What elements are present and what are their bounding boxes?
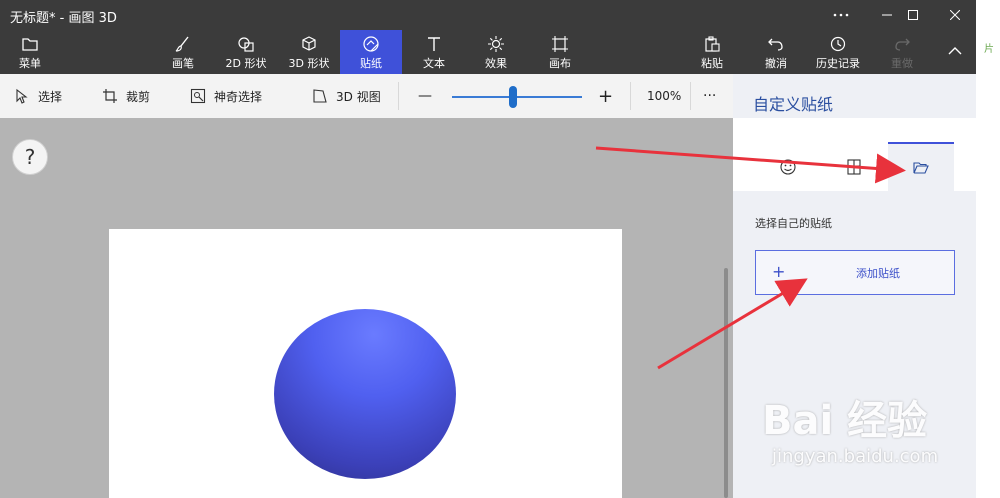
divider bbox=[690, 82, 691, 110]
workspace: ? bbox=[0, 118, 733, 498]
add-sticker-label: 添加贴纸 bbox=[856, 267, 900, 280]
tool-label: 3D 形状 bbox=[288, 57, 330, 70]
zoom-out-button[interactable]: — bbox=[418, 74, 432, 118]
menu-button[interactable]: 菜单 bbox=[8, 30, 52, 74]
magic-select-icon bbox=[190, 88, 206, 104]
maximize-button[interactable] bbox=[890, 0, 936, 30]
sticker-face-icon bbox=[780, 158, 796, 175]
history-label: 历史记录 bbox=[816, 57, 860, 70]
effects-icon bbox=[488, 36, 504, 52]
adjacent-fragment-text: 片 bbox=[984, 44, 994, 55]
redo-label: 重做 bbox=[891, 57, 913, 70]
adjacent-window-edge: 片 bbox=[976, 0, 1000, 498]
paste-button[interactable]: 粘贴 bbox=[690, 30, 734, 74]
window-menu-button[interactable] bbox=[818, 0, 864, 30]
canvas-icon bbox=[552, 36, 568, 52]
zoom-level[interactable]: 100% bbox=[647, 74, 681, 118]
shapes-2d-icon bbox=[238, 37, 254, 52]
add-sticker-button[interactable]: + 添加贴纸 bbox=[755, 250, 955, 295]
tool-label: 效果 bbox=[485, 57, 507, 70]
divider bbox=[398, 82, 399, 110]
tab-custom[interactable] bbox=[888, 142, 954, 191]
paste-icon bbox=[705, 36, 720, 52]
text-icon bbox=[428, 37, 440, 51]
ellipsis-icon bbox=[833, 13, 849, 17]
collapse-ribbon-button[interactable] bbox=[934, 30, 976, 74]
sticker-icon bbox=[363, 36, 379, 52]
view-3d-icon bbox=[313, 89, 327, 103]
menu-label: 菜单 bbox=[19, 57, 41, 70]
history-button[interactable]: 历史记录 bbox=[810, 30, 866, 74]
sticker-tabs bbox=[733, 118, 976, 191]
maximize-icon bbox=[908, 10, 918, 20]
crop-label: 裁剪 bbox=[126, 89, 151, 104]
folder-open-icon bbox=[913, 161, 929, 174]
redo-button[interactable]: 重做 bbox=[880, 30, 924, 74]
divider bbox=[630, 82, 631, 110]
zoom-slider-thumb[interactable] bbox=[509, 86, 518, 108]
tab-stickers[interactable] bbox=[755, 142, 821, 191]
chevron-up-icon bbox=[948, 47, 962, 55]
zoom-in-button[interactable]: + bbox=[598, 74, 613, 118]
tool-label: 画布 bbox=[549, 57, 571, 70]
tool-text[interactable]: 文本 bbox=[412, 30, 456, 74]
more-label: ··· bbox=[703, 88, 717, 104]
tool-2d-shapes[interactable]: 2D 形状 bbox=[220, 30, 272, 74]
redo-icon bbox=[895, 38, 910, 51]
history-icon bbox=[830, 36, 846, 52]
select-label: 选择 bbox=[38, 89, 63, 104]
undo-button[interactable]: 撤消 bbox=[754, 30, 798, 74]
paste-label: 粘贴 bbox=[701, 57, 723, 70]
baidu-watermark: Bai 经验 jingyan.baidu.com bbox=[762, 388, 974, 488]
title-bar: 无标题* - 画图 3D bbox=[0, 0, 1000, 30]
cube-icon bbox=[302, 36, 316, 51]
help-label: ? bbox=[24, 145, 36, 169]
section-label: 选择自己的贴纸 bbox=[755, 217, 832, 230]
magic-select-label: 神奇选择 bbox=[214, 89, 263, 104]
window-title: 无标题* - 画图 3D bbox=[10, 11, 117, 26]
tool-stickers[interactable]: 贴纸 bbox=[340, 30, 402, 74]
paint3d-window: 无标题* - 画图 3D 菜单 画笔 2D 形状 3D 形状 贴纸 文本 效果 … bbox=[0, 0, 1000, 498]
tool-brushes[interactable]: 画笔 bbox=[162, 30, 204, 74]
tool-effects[interactable]: 效果 bbox=[474, 30, 518, 74]
help-button[interactable]: ? bbox=[12, 139, 48, 175]
tool-label: 贴纸 bbox=[360, 57, 382, 70]
plus-icon: + bbox=[772, 262, 786, 281]
folder-icon bbox=[22, 38, 38, 51]
tool-3d-shapes[interactable]: 3D 形状 bbox=[283, 30, 335, 74]
vertical-scrollbar[interactable] bbox=[724, 268, 728, 498]
zoom-out-label: — bbox=[418, 88, 432, 104]
sphere-object[interactable] bbox=[274, 309, 456, 479]
secondary-toolbar: 选择 裁剪 神奇选择 3D 视图 — + 100% ··· bbox=[0, 74, 733, 118]
texture-icon bbox=[847, 158, 861, 175]
tool-label: 2D 形状 bbox=[225, 57, 267, 70]
view-3d-button[interactable]: 3D 视图 bbox=[312, 74, 381, 118]
more-options-button[interactable]: ··· bbox=[703, 74, 716, 118]
brush-icon bbox=[175, 36, 189, 52]
zoom-in-label: + bbox=[598, 85, 614, 107]
tab-textures[interactable] bbox=[821, 142, 887, 191]
tool-label: 文本 bbox=[423, 57, 445, 70]
crop-button[interactable]: 裁剪 bbox=[102, 74, 150, 118]
panel-title: 自定义贴纸 bbox=[753, 95, 834, 114]
select-button[interactable]: 选择 bbox=[14, 74, 62, 118]
tool-label: 画笔 bbox=[172, 57, 194, 70]
view-3d-label: 3D 视图 bbox=[336, 89, 381, 104]
close-icon bbox=[950, 10, 960, 20]
watermark-brand: Bai 经验 bbox=[762, 398, 928, 444]
watermark-url: jingyan.baidu.com bbox=[772, 446, 939, 467]
cursor-icon bbox=[16, 88, 28, 104]
main-ribbon: 菜单 画笔 2D 形状 3D 形状 贴纸 文本 效果 画布 粘贴 撤消 历史记录… bbox=[0, 30, 976, 74]
tool-canvas[interactable]: 画布 bbox=[538, 30, 582, 74]
drawing-canvas[interactable] bbox=[109, 229, 622, 498]
close-button[interactable] bbox=[932, 0, 978, 30]
zoom-level-value: 100% bbox=[647, 89, 682, 103]
magic-select-button[interactable]: 神奇选择 bbox=[190, 74, 262, 118]
crop-icon bbox=[103, 89, 117, 103]
undo-label: 撤消 bbox=[765, 57, 787, 70]
undo-icon bbox=[768, 38, 783, 51]
